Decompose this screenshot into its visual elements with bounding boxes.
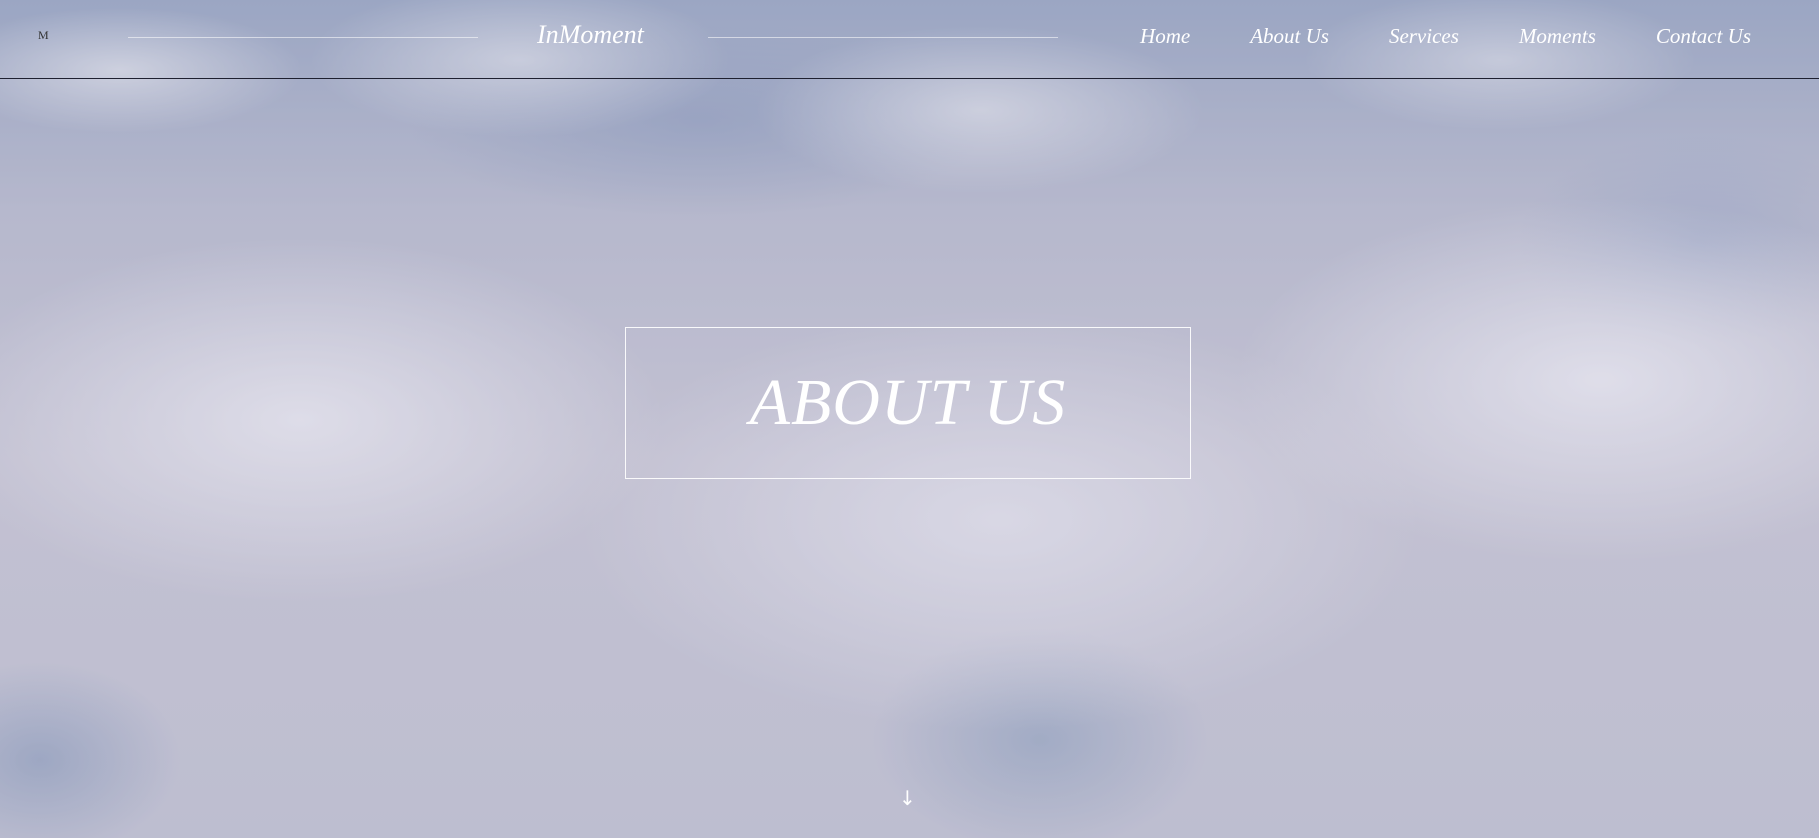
nav-moments[interactable]: Moments (1519, 24, 1596, 49)
main-nav: Home About Us Services Moments Contact U… (1080, 24, 1751, 49)
brand-divider-right (708, 37, 1058, 38)
nav-services[interactable]: Services (1389, 24, 1459, 49)
hero-section: M InMoment Home About Us Services Moment… (0, 0, 1819, 838)
arrow-down-icon[interactable]: ↓ (899, 786, 916, 810)
logo-icon[interactable]: M (38, 28, 49, 43)
page-title: ABOUT US (749, 366, 1067, 439)
navbar: M InMoment Home About Us Services Moment… (0, 0, 1819, 79)
nav-contact-us[interactable]: Contact Us (1656, 24, 1751, 49)
brand-divider-left (128, 37, 478, 38)
title-frame: ABOUT US (625, 327, 1191, 479)
nav-home[interactable]: Home (1140, 24, 1190, 49)
nav-about-us[interactable]: About Us (1250, 24, 1329, 49)
brand-title[interactable]: InMoment (537, 20, 644, 50)
